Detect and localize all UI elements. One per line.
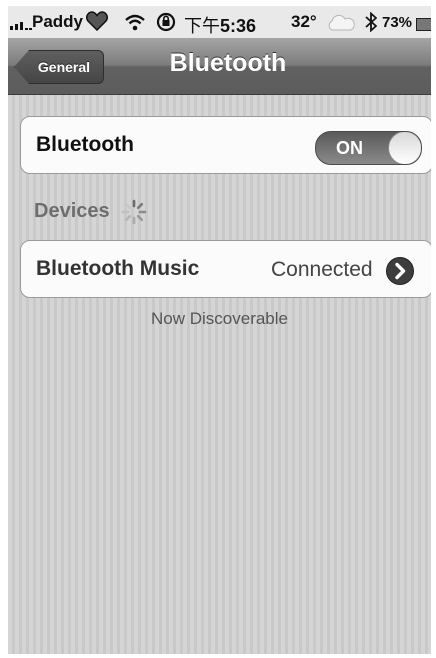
phone-screen: Paddy 下午5:36 32° 73% General Bluetooth B… [8,6,431,654]
rotation-lock-icon [156,12,176,32]
battery-percent: 73% [382,14,413,31]
settings-content: Bluetooth ON Devices Bluetooth Music Con… [8,95,431,654]
device-status: Connected [271,258,373,281]
carrier-name: Paddy [32,12,84,31]
back-button-general[interactable]: General [14,50,104,84]
bluetooth-toggle-label: Bluetooth [36,133,134,156]
battery-icon [416,18,431,31]
heart-icon [86,11,108,31]
bluetooth-switch[interactable]: ON [315,131,422,165]
devices-section-header: Devices [34,200,110,222]
device-row[interactable]: Bluetooth Music Connected [20,240,431,298]
cloud-icon [328,15,355,31]
page-title: Bluetooth [169,49,287,77]
bluetooth-toggle-row: Bluetooth ON [20,116,431,174]
wifi-icon [125,14,145,31]
disclosure-chevron-icon[interactable] [385,256,415,286]
status-temperature: 32° [291,12,317,31]
signal-bars-icon [10,18,32,30]
navigation-bar: General Bluetooth [8,38,431,95]
status-bar: Paddy 下午5:36 32° 73% [8,6,431,38]
discoverable-status-text: Now Discoverable [151,309,288,328]
switch-state-label: ON [336,138,363,158]
bluetooth-icon [365,12,377,32]
status-time: 下午5:36 [184,16,257,36]
activity-spinner-icon [121,199,147,225]
switch-knob [388,132,421,164]
device-name: Bluetooth Music [36,257,200,280]
